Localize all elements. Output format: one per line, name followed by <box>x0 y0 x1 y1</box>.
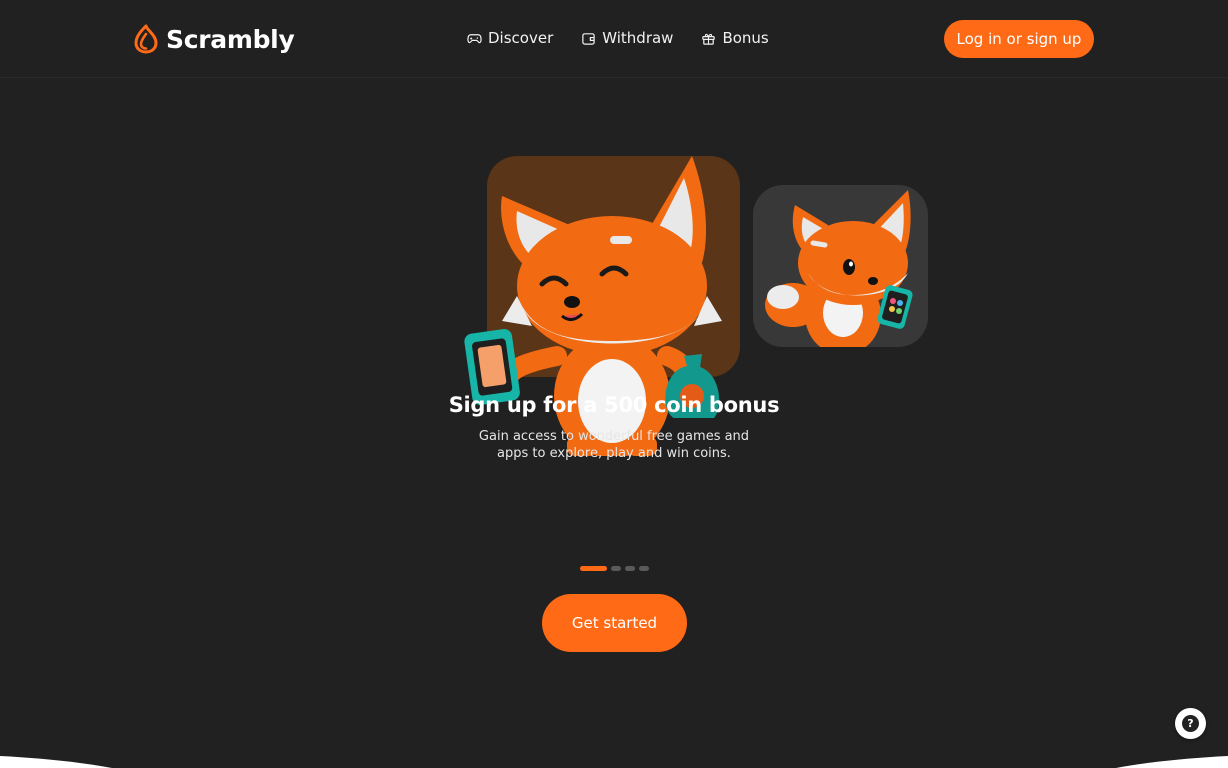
nav-bonus[interactable]: Bonus <box>701 29 769 47</box>
footer-edge-curve <box>0 756 1228 768</box>
login-signup-button[interactable]: Log in or sign up <box>944 20 1094 58</box>
carousel-dot-1[interactable] <box>580 566 607 571</box>
gamepad-icon <box>467 33 482 43</box>
wallet-icon <box>582 32 595 45</box>
brand-name: Scrambly <box>166 24 295 54</box>
help-button[interactable]: ? <box>1175 708 1206 739</box>
fox-phone-illustration <box>765 190 913 347</box>
gift-icon <box>702 33 716 45</box>
carousel-dot-4[interactable] <box>639 566 649 571</box>
nav-bonus-label: Bonus <box>722 29 769 47</box>
nav-discover-label: Discover <box>488 29 554 47</box>
nav-withdraw-label: Withdraw <box>602 29 674 47</box>
hero-title: Sign up for a 500 coin bonus <box>448 393 780 417</box>
question-mark-icon: ? <box>1182 715 1199 732</box>
main-nav: Discover Withdraw Bonus <box>467 29 769 47</box>
nav-withdraw[interactable]: Withdraw <box>581 29 673 47</box>
brand-logo[interactable]: Scrambly <box>134 24 295 54</box>
hero-subtitle: Gain access to wonderful free games and … <box>478 429 750 461</box>
slide-card-next <box>753 185 928 347</box>
carousel-dot-3[interactable] <box>625 566 635 571</box>
get-started-button[interactable]: Get started <box>542 594 687 652</box>
hero-carousel[interactable] <box>0 78 1228 456</box>
flame-logo-icon <box>134 24 158 54</box>
nav-discover[interactable]: Discover <box>467 29 553 47</box>
carousel-dot-2[interactable] <box>611 566 621 571</box>
top-nav-bar: Scrambly Discover Withdraw Bonus Log in … <box>0 0 1228 78</box>
carousel-pagination <box>580 566 649 571</box>
